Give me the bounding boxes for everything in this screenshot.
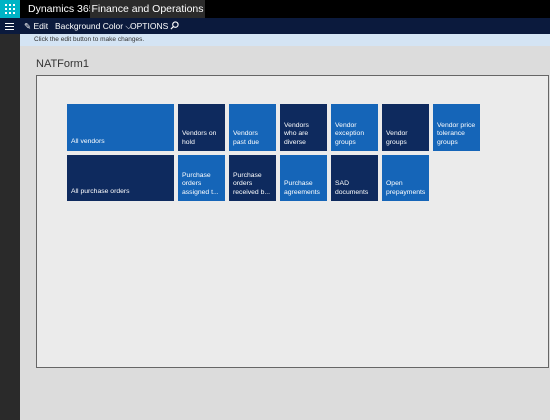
tile-vendor-price-tolerance-groups[interactable]: Vendor price tolerance groups [433,104,480,151]
edit-label: Edit [33,21,49,31]
edit-button[interactable]: ✎ Edit [24,18,48,34]
tile-all-vendors[interactable]: All vendors [67,104,174,151]
background-color-label: Background Color [55,21,124,31]
pencil-icon: ✎ [24,21,32,31]
message-bar: Click the edit button to make changes. [20,34,550,46]
nav-sidebar [0,34,20,420]
tile-purchase-orders-assigned[interactable]: Purchase orders assigned t... [178,155,225,201]
tile-purchase-orders-received[interactable]: Purchase orders received b... [229,155,276,201]
tile-vendors-on-hold[interactable]: Vendors on hold [178,104,225,151]
form-container: All vendors Vendors on hold Vendors past… [36,75,549,368]
tile-vendor-exception-groups[interactable]: Vendor exception groups [331,104,378,151]
background-color-dropdown[interactable]: Background Color ⌵ [55,18,132,34]
top-bar: Dynamics 365 Finance and Operations [0,0,550,18]
module-tab[interactable]: Finance and Operations [90,0,205,18]
tile-vendors-past-due[interactable]: Vendors past due [229,104,276,151]
tile-vendors-who-are-diverse[interactable]: Vendors who are diverse [280,104,327,151]
app-launcher-icon[interactable] [0,0,20,18]
tile-vendor-groups[interactable]: Vendor groups [382,104,429,151]
hamburger-menu-icon[interactable] [4,18,16,34]
tile-sad-documents[interactable]: SAD documents [331,155,378,201]
message-text: Click the edit button to make changes. [34,36,145,43]
tile-all-purchase-orders[interactable]: All purchase orders [67,155,174,201]
tile-open-prepayments[interactable]: Open prepayments [382,155,429,201]
action-bar: ✎ Edit Background Color ⌵ OPTIONS [0,18,550,34]
search-icon[interactable] [170,18,179,34]
app-name[interactable]: Dynamics 365 [28,3,95,15]
page-title: NATForm1 [36,58,89,70]
options-button[interactable]: OPTIONS [130,18,168,34]
tile-purchase-agreements[interactable]: Purchase agreements [280,155,327,201]
